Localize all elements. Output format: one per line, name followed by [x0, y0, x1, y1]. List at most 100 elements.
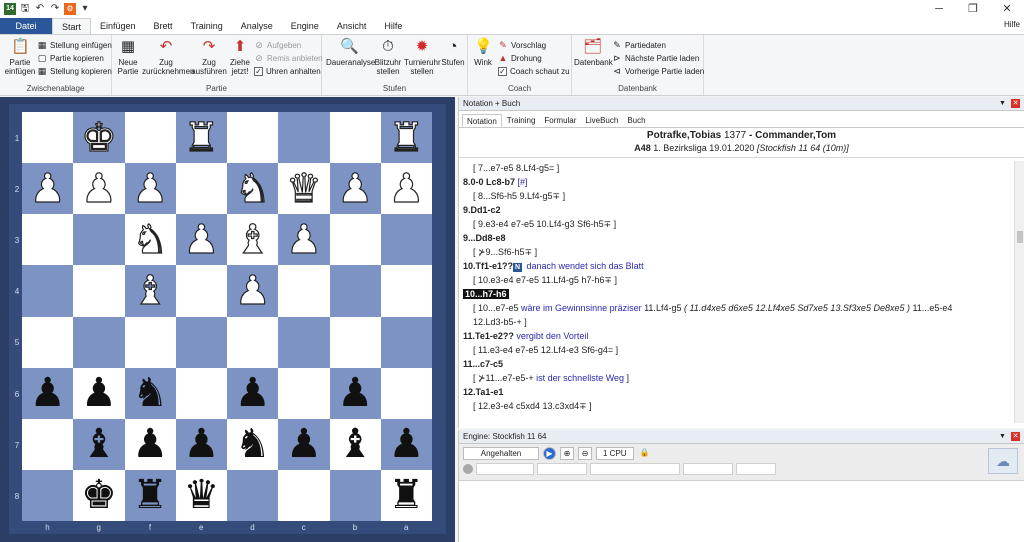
redo-icon[interactable]: ↷ [49, 3, 61, 15]
black-pawn-icon[interactable]: ♟ [81, 373, 117, 413]
notation-scrollbar[interactable] [1014, 161, 1024, 423]
maximize-button[interactable]: ❐ [956, 0, 990, 18]
square-d3[interactable]: ♝ [227, 214, 279, 266]
tab-book[interactable]: Buch [623, 114, 649, 127]
variation-line[interactable]: [ 8...Sf6-h5 9.Lf4-g5∓ ] [463, 189, 1013, 203]
variation-line[interactable]: [ 11.e3-e4 e7-e5 12.Lf4-e3 Sf6-g4= ] [463, 343, 1013, 357]
black-knight-icon[interactable]: ♞ [235, 424, 271, 464]
move-line[interactable]: 12.Ta1-e1 [463, 385, 1013, 399]
square-c6[interactable] [278, 367, 330, 419]
square-d2[interactable]: ♞ [227, 163, 279, 215]
tab-insert[interactable]: Einfügen [91, 18, 145, 34]
square-e6[interactable] [175, 367, 227, 419]
square-f4[interactable]: ♝ [124, 265, 176, 317]
black-queen-icon[interactable]: ♛ [183, 475, 219, 515]
levels-button[interactable]: ◔ Stufen [440, 38, 466, 67]
white-pawn-icon[interactable]: ♟ [29, 168, 66, 209]
previous-game-button[interactable]: ⊲ Vorherige Partie laden [612, 65, 704, 77]
variation-line[interactable]: 12.Ld3-b5-+ ] [463, 315, 1013, 329]
scroll-thumb[interactable] [1017, 231, 1023, 243]
square-e3[interactable]: ♟ [175, 214, 227, 266]
variation-line[interactable]: [ 12.e3-e4 c5xd4 13.c3xd4∓ ] [463, 399, 1013, 413]
square-a7[interactable]: ♟ [380, 418, 432, 470]
tab-start[interactable]: Start [52, 18, 92, 34]
square-g1[interactable]: ♚ [73, 112, 125, 164]
black-bishop-icon[interactable]: ♝ [81, 424, 117, 464]
square-c8[interactable] [278, 469, 330, 521]
suggestion-button[interactable]: ✎ Vorschlag [498, 39, 546, 51]
copy-position-button[interactable]: ▦ Stellung kopieren [37, 65, 112, 77]
variation-line[interactable]: [ ⊁9...Sf6-h5∓ ] [463, 245, 1013, 259]
black-pawn-icon[interactable]: ♟ [183, 424, 219, 464]
square-e8[interactable]: ♛ [175, 469, 227, 521]
move-line[interactable]: 9...Dd8-e8 [463, 231, 1013, 245]
square-b6[interactable]: ♟ [329, 367, 381, 419]
square-g7[interactable]: ♝ [73, 418, 125, 470]
stop-clocks-check[interactable]: ✓ [254, 66, 263, 76]
square-f6[interactable]: ♞ [124, 367, 176, 419]
white-pawn-icon[interactable]: ♟ [80, 168, 117, 209]
black-pawn-icon[interactable]: ♟ [235, 373, 271, 413]
square-e1[interactable]: ♜ [175, 112, 227, 164]
next-game-button[interactable]: ⊳ Nächste Partie laden [612, 52, 699, 64]
square-a8[interactable]: ♜ [380, 469, 432, 521]
tab-notation[interactable]: Notation [462, 114, 502, 127]
square-g5[interactable] [73, 316, 125, 368]
tournament-clock-button[interactable]: ✹ Turnieruhr stellen [404, 38, 441, 76]
variation-line[interactable]: [ 9.e3-e4 e7-e5 10.Lf4-g3 Sf6-h5∓ ] [463, 217, 1013, 231]
square-h6[interactable]: ♟ [22, 367, 74, 419]
square-b2[interactable]: ♟ [329, 163, 381, 215]
square-b5[interactable] [329, 316, 381, 368]
white-bishop-icon[interactable]: ♝ [132, 270, 169, 311]
move-now-button[interactable]: ⬆ Ziehe jetzt! [228, 38, 252, 76]
black-pawn-icon[interactable]: ♟ [388, 424, 424, 464]
black-pawn-icon[interactable]: ♟ [337, 373, 373, 413]
engine-icon[interactable]: ⚙ [64, 3, 76, 15]
square-c2[interactable]: ♛ [278, 163, 330, 215]
black-pawn-icon[interactable]: ♟ [132, 424, 168, 464]
infinite-analysis-button[interactable]: 🔍 Daueranalyse [326, 38, 375, 67]
square-a3[interactable] [380, 214, 432, 266]
black-bishop-icon[interactable]: ♝ [337, 424, 373, 464]
white-pawn-icon[interactable]: ♟ [285, 219, 322, 260]
white-knight-icon[interactable]: ♞ [234, 168, 271, 209]
square-a6[interactable] [380, 367, 432, 419]
square-c7[interactable]: ♟ [278, 418, 330, 470]
tab-engine[interactable]: Engine [282, 18, 328, 34]
save-icon[interactable]: 🖫 [19, 3, 31, 15]
black-knight-icon[interactable]: ♞ [132, 373, 168, 413]
app-icon[interactable]: 14 [4, 3, 16, 15]
move-line[interactable]: 11...c7-c5 [463, 357, 1013, 371]
minimize-button[interactable]: ─ [922, 0, 956, 18]
square-h4[interactable] [22, 265, 74, 317]
square-g8[interactable]: ♚ [73, 469, 125, 521]
black-rook-icon[interactable]: ♜ [132, 475, 168, 515]
paste-game-button[interactable]: 📋 Partie einfügen [3, 38, 37, 76]
square-a1[interactable]: ♜ [380, 112, 432, 164]
square-a4[interactable] [380, 265, 432, 317]
white-rook-icon[interactable]: ♜ [388, 117, 425, 158]
square-e5[interactable] [175, 316, 227, 368]
close-button[interactable]: ✕ [990, 0, 1024, 18]
square-f5[interactable] [124, 316, 176, 368]
square-f1[interactable] [124, 112, 176, 164]
offer-draw-button[interactable]: ⊘ Remis anbieten [254, 52, 322, 64]
white-pawn-icon[interactable]: ♟ [388, 168, 425, 209]
black-king-icon[interactable]: ♚ [81, 475, 117, 515]
tab-file[interactable]: Datei [0, 18, 52, 34]
square-c4[interactable] [278, 265, 330, 317]
resign-button[interactable]: ⊘ Aufgeben [254, 39, 301, 51]
white-bishop-icon[interactable]: ♝ [234, 219, 271, 260]
square-h2[interactable]: ♟ [22, 163, 74, 215]
square-f2[interactable]: ♟ [124, 163, 176, 215]
square-h8[interactable] [22, 469, 74, 521]
square-b7[interactable]: ♝ [329, 418, 381, 470]
move-line[interactable]: 10.Tf1-e1?? N danach wendet sich das Blat… [463, 259, 1013, 273]
white-knight-icon[interactable]: ♞ [132, 219, 169, 260]
white-pawn-icon[interactable]: ♟ [234, 270, 271, 311]
black-pawn-icon[interactable]: ♟ [30, 373, 66, 413]
variation-line[interactable]: [ ⊁11...e7-e5-+ ist der schnellste Weg ] [463, 371, 1013, 385]
square-f7[interactable]: ♟ [124, 418, 176, 470]
square-b3[interactable] [329, 214, 381, 266]
variation-line[interactable]: [ 7...e7-e5 8.Lf4-g5= ] [463, 161, 1013, 175]
